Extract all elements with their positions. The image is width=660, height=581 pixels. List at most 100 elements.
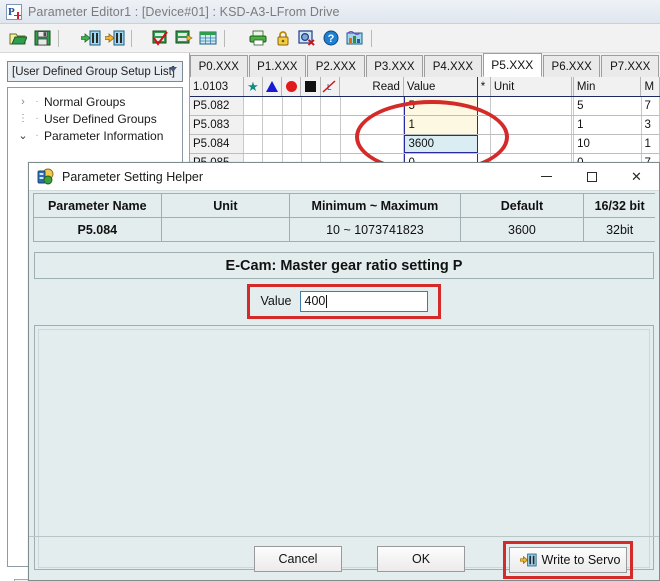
tab-p5[interactable]: P5.XXX bbox=[482, 53, 542, 77]
group-setup-list-combo[interactable]: [User Defined Group Setup List] bbox=[7, 61, 183, 82]
tab-p7[interactable]: P7.XXX bbox=[601, 55, 659, 77]
row-min: 5 bbox=[574, 97, 642, 115]
row-asterisk bbox=[478, 116, 492, 134]
row-flag-circle[interactable] bbox=[282, 135, 302, 153]
tree-item-label: User Defined Groups bbox=[44, 111, 157, 126]
row-value-selected[interactable]: 3600 bbox=[404, 135, 479, 153]
annotation-box-value-field: Value 400 bbox=[247, 283, 441, 319]
value-label: Value bbox=[260, 294, 292, 308]
tab-p1[interactable]: P1.XXX bbox=[248, 55, 307, 77]
row-read[interactable] bbox=[340, 116, 405, 134]
row-flag-star[interactable] bbox=[243, 97, 264, 115]
row-flag-square[interactable] bbox=[301, 135, 322, 153]
header-min-max: Minimum ~ Maximum bbox=[290, 194, 461, 217]
row-read[interactable] bbox=[340, 97, 405, 115]
tree-item-parameter-information[interactable]: ⌄ · Parameter Information bbox=[8, 127, 182, 144]
triangle-icon[interactable] bbox=[263, 77, 283, 96]
tab-p0[interactable]: P0.XXX bbox=[190, 55, 248, 77]
help-icon[interactable]: ? bbox=[319, 26, 343, 50]
row-min: 10 bbox=[574, 135, 642, 153]
detail-panel-inner bbox=[38, 329, 650, 568]
parameter-info-value-row: P5.084 10 ~ 1073741823 3600 32bit bbox=[33, 218, 656, 242]
row-flag-triangle[interactable] bbox=[263, 135, 283, 153]
cell-unit bbox=[161, 218, 291, 241]
grid-header-row: 1.0103 ★ L Read Value * Unit Min M bbox=[190, 77, 660, 97]
lock-icon[interactable] bbox=[271, 26, 295, 50]
annotation-box-write-to-servo: Write to Servo bbox=[503, 541, 633, 579]
maximize-button[interactable] bbox=[569, 163, 614, 191]
write-to-servo-icon[interactable] bbox=[103, 26, 127, 50]
star-icon[interactable]: ★ bbox=[243, 77, 264, 96]
row-read[interactable] bbox=[340, 135, 405, 153]
grid-header-version: 1.0103 bbox=[190, 77, 244, 96]
row-name: P5.082 bbox=[190, 97, 244, 115]
tree-dot: · bbox=[35, 96, 39, 107]
minimize-button[interactable] bbox=[524, 163, 569, 191]
read-from-servo-icon[interactable] bbox=[79, 26, 103, 50]
parameter-group-tabs: P0.XXX P1.XXX P2.XXX P3.XXX P4.XXX P5.XX… bbox=[190, 53, 660, 78]
row-flag-circle[interactable] bbox=[282, 97, 302, 115]
update-parameters-icon[interactable] bbox=[172, 26, 196, 50]
row-asterisk bbox=[478, 97, 492, 115]
tab-p6[interactable]: P6.XXX bbox=[542, 55, 601, 77]
dialog-title-bar: Parameter Setting Helper ✕ bbox=[29, 163, 659, 191]
row-flag-chart[interactable] bbox=[321, 116, 341, 134]
tree-item-label: Parameter Information bbox=[44, 128, 164, 143]
table-row-selected[interactable]: P5.084 3600 10 1 bbox=[190, 135, 660, 154]
row-flag-circle[interactable] bbox=[282, 116, 302, 134]
tree-item-label: Normal Groups bbox=[44, 94, 126, 109]
dialog-body: Parameter Name Unit Minimum ~ Maximum De… bbox=[29, 193, 659, 570]
search-settings-icon[interactable] bbox=[295, 26, 319, 50]
ok-button[interactable]: OK bbox=[377, 545, 465, 572]
grid-header-read: Read bbox=[339, 77, 404, 96]
row-max: 1 bbox=[641, 135, 660, 153]
row-flag-square[interactable] bbox=[301, 97, 322, 115]
row-min: 1 bbox=[574, 116, 642, 134]
save-file-icon[interactable] bbox=[30, 26, 54, 50]
row-flag-triangle[interactable] bbox=[263, 116, 283, 134]
tab-p2[interactable]: P2.XXX bbox=[307, 55, 365, 77]
chevron-down-icon bbox=[169, 67, 177, 72]
toolbar-separator bbox=[58, 29, 59, 47]
tree-item-normal-groups[interactable]: › · Normal Groups bbox=[8, 93, 182, 110]
chevron-right-icon[interactable]: › bbox=[16, 96, 30, 108]
row-flag-chart[interactable] bbox=[321, 97, 341, 115]
close-icon[interactable]: ✕ bbox=[614, 163, 659, 191]
row-name: P5.083 bbox=[190, 116, 244, 134]
cell-default: 3600 bbox=[460, 218, 585, 241]
tab-p3[interactable]: P3.XXX bbox=[365, 55, 424, 77]
toolbar-separator bbox=[371, 29, 372, 47]
value-input[interactable]: 400 bbox=[299, 290, 428, 312]
open-file-icon[interactable] bbox=[6, 26, 30, 50]
chart-icon[interactable]: L bbox=[320, 77, 340, 96]
row-value[interactable]: 1 bbox=[404, 116, 479, 134]
tab-p4[interactable]: P4.XXX bbox=[424, 55, 482, 77]
row-flag-triangle[interactable] bbox=[263, 97, 283, 115]
row-flag-chart[interactable] bbox=[321, 135, 341, 153]
tree-item-user-defined-groups[interactable]: ⋮ · User Defined Groups bbox=[8, 110, 182, 127]
row-unit bbox=[491, 97, 573, 115]
row-value[interactable]: 5 bbox=[404, 97, 479, 115]
compare-parameters-icon[interactable] bbox=[148, 26, 172, 50]
chevron-down-icon[interactable]: ⌄ bbox=[16, 129, 30, 142]
write-to-servo-button[interactable]: Write to Servo bbox=[509, 547, 627, 573]
table-view-icon[interactable] bbox=[196, 26, 220, 50]
monitor-icon[interactable] bbox=[343, 26, 367, 50]
row-flag-star[interactable] bbox=[243, 116, 264, 134]
cell-min-max: 10 ~ 1073741823 bbox=[290, 218, 461, 241]
table-row[interactable]: P5.083 1 1 3 bbox=[190, 116, 660, 135]
table-row[interactable]: P5.082 5 5 7 bbox=[190, 97, 660, 116]
detail-panel bbox=[34, 325, 654, 570]
row-max: 7 bbox=[641, 97, 660, 115]
row-flag-square[interactable] bbox=[301, 116, 322, 134]
row-flag-star[interactable] bbox=[243, 135, 264, 153]
cell-parameter-name: P5.084 bbox=[34, 218, 162, 241]
print-icon[interactable] bbox=[247, 26, 271, 50]
cancel-button[interactable]: Cancel bbox=[254, 545, 342, 572]
square-icon[interactable] bbox=[301, 77, 321, 96]
circle-icon[interactable] bbox=[282, 77, 302, 96]
grid-header-max: M bbox=[641, 77, 660, 96]
parameter-setting-helper-icon bbox=[37, 168, 54, 185]
parameter-setting-helper-dialog: Parameter Setting Helper ✕ Parameter Nam… bbox=[28, 162, 660, 581]
grid-header-value: Value bbox=[403, 77, 478, 96]
